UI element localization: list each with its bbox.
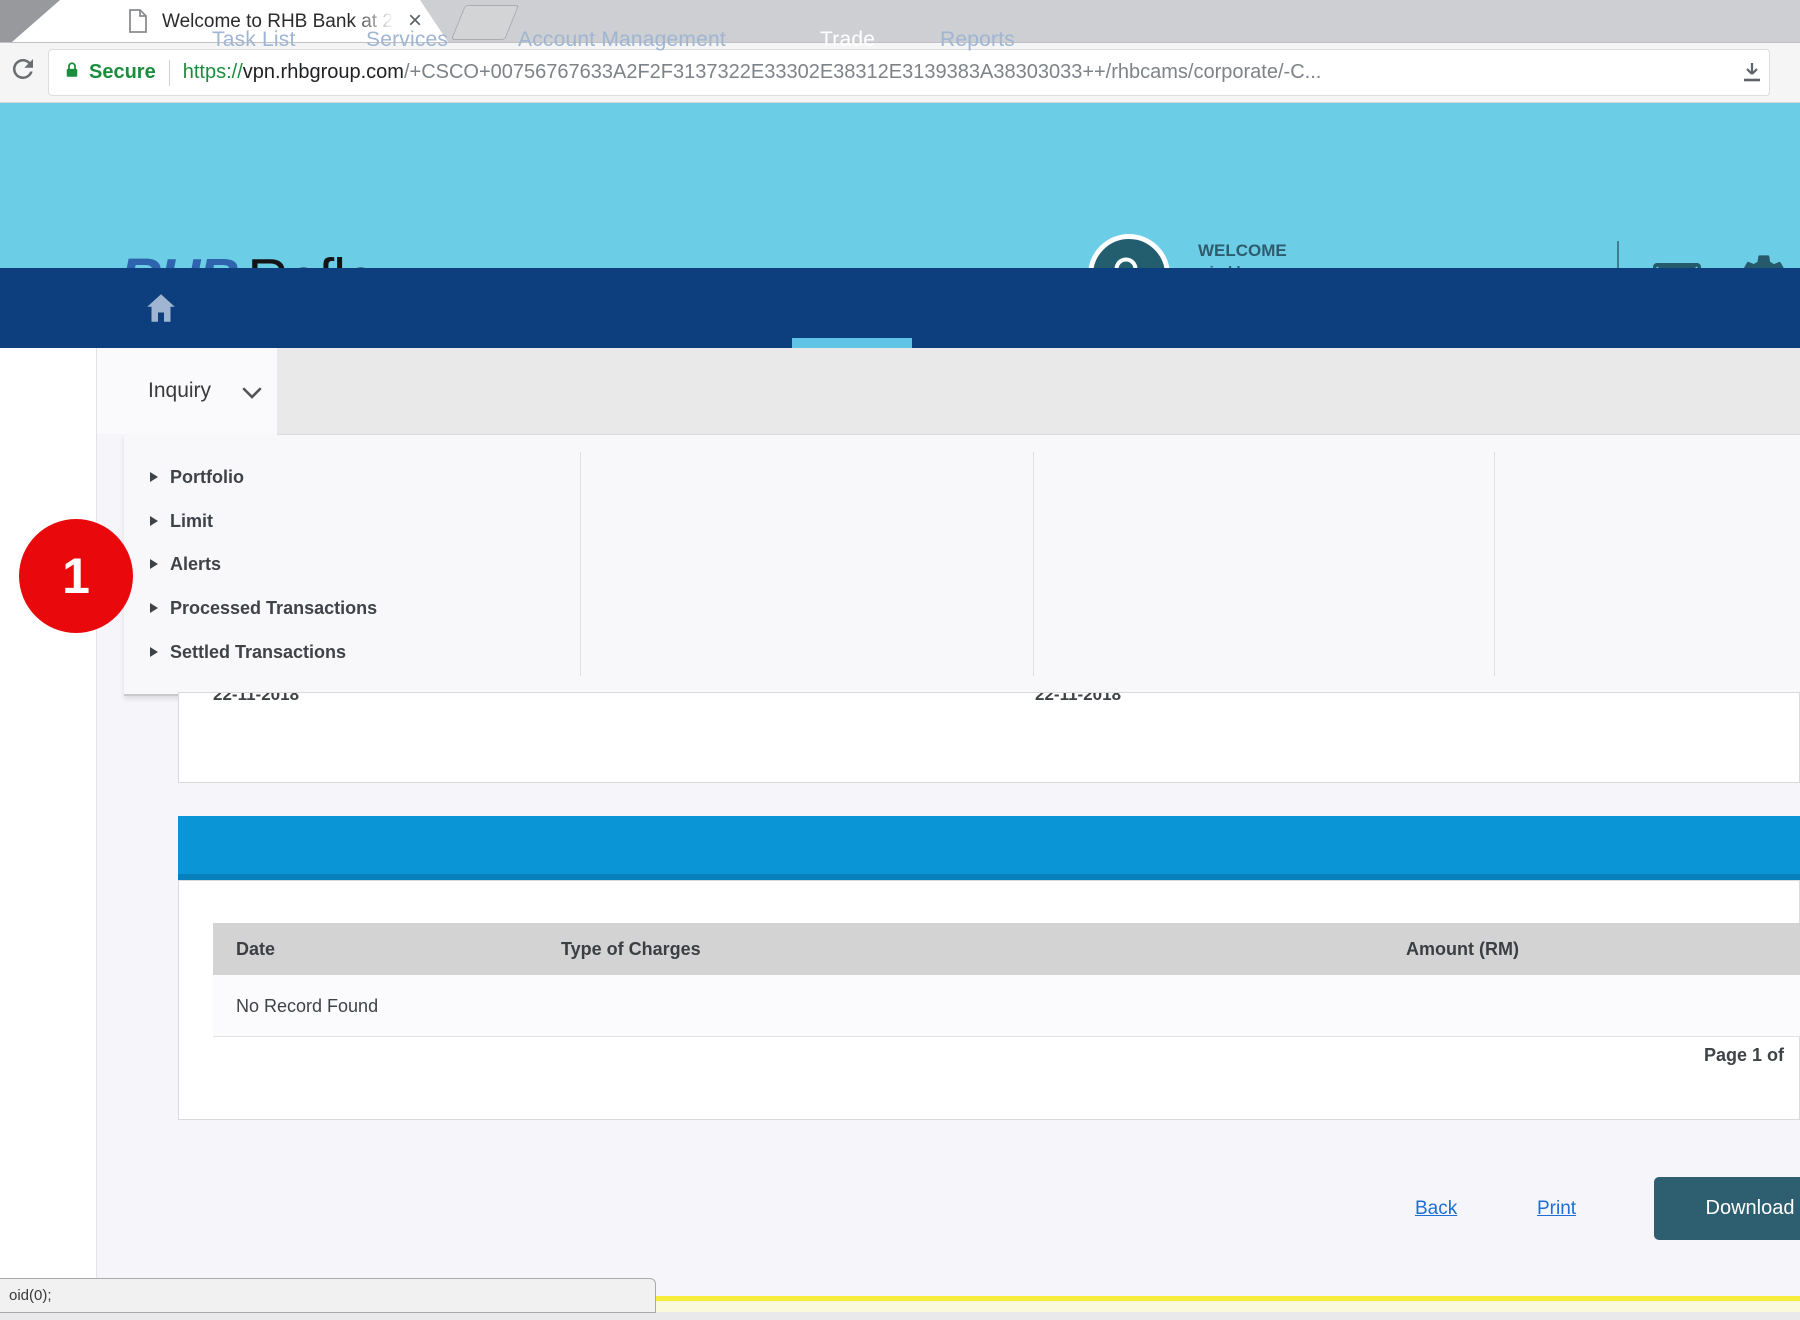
download-button[interactable]: Download: [1654, 1177, 1800, 1240]
triangle-right-icon: [150, 472, 158, 482]
submenu-bar: [277, 348, 1800, 434]
criteria-box: 22-11-2018 22-11-2018: [178, 692, 1800, 783]
nav-item-account-management[interactable]: Account Management: [518, 0, 726, 80]
triangle-right-icon: [150, 516, 158, 526]
menu-item-portfolio[interactable]: Portfolio: [150, 466, 244, 488]
lock-icon: [63, 58, 81, 88]
nav-item-reports[interactable]: Reports: [940, 0, 1015, 80]
chevron-down-icon: [242, 386, 262, 404]
column-header-date: Date: [236, 923, 275, 975]
left-margin-column: [0, 348, 97, 1312]
menu-item-label: Settled Transactions: [170, 642, 346, 663]
menu-item-label: Alerts: [170, 554, 221, 575]
nav-item-task-list[interactable]: Task List: [212, 0, 296, 80]
new-tab-button[interactable]: [451, 5, 519, 40]
browser-window: Welcome to RHB Bank at 23 No × Secure ht…: [0, 0, 1800, 1320]
status-bar: oid(0);: [0, 1278, 656, 1313]
secure-label: Secure: [89, 61, 156, 84]
dropdown-column-divider: [1494, 452, 1495, 676]
menu-item-settled-transactions[interactable]: Settled Transactions: [150, 641, 346, 663]
yellow-border-glow: [656, 1301, 1800, 1312]
back-link[interactable]: Back: [1415, 1198, 1457, 1220]
home-icon[interactable]: [146, 294, 176, 327]
section-header-bar: [178, 816, 1800, 880]
nav-item-services[interactable]: Services: [366, 0, 448, 80]
dropdown-top-border: [277, 434, 1800, 435]
menu-item-label: Limit: [170, 511, 213, 532]
window-bottom-edge: [0, 1312, 1800, 1320]
menu-item-label: Portfolio: [170, 467, 244, 488]
menu-item-limit[interactable]: Limit: [150, 510, 213, 532]
column-header-amount: Amount (RM): [1406, 923, 1519, 975]
page-document-icon: [128, 9, 147, 38]
print-link[interactable]: Print: [1537, 1198, 1576, 1220]
menu-item-processed-transactions[interactable]: Processed Transactions: [150, 597, 377, 619]
results-panel: Date Type of Charges Amount (RM) No Reco…: [178, 880, 1800, 1120]
menu-item-alerts[interactable]: Alerts: [150, 553, 221, 575]
main-nav: [0, 268, 1800, 348]
app-header: RHBReflex Inquirer WELCOME wirekl CORPOR…: [0, 103, 1800, 268]
date-value: 22-11-2018: [1035, 692, 1121, 705]
annotation-step-badge: 1: [19, 519, 133, 633]
active-tab-underline: [792, 338, 912, 348]
inquiry-dropdown-panel: Portfolio Limit Alerts Processed Transac…: [124, 434, 1800, 696]
empty-message: No Record Found: [236, 975, 378, 1037]
menu-item-label: Processed Transactions: [170, 598, 377, 619]
date-value: 22-11-2018: [213, 692, 299, 705]
pagination-label: Page 1 of: [1704, 1041, 1800, 1069]
download-page-icon[interactable]: [1740, 60, 1764, 89]
inquiry-tab-label: Inquiry: [148, 348, 211, 434]
inquiry-tab[interactable]: Inquiry: [97, 348, 277, 434]
triangle-right-icon: [150, 603, 158, 613]
table-header-row: Date Type of Charges Amount (RM): [213, 923, 1800, 975]
table-row: No Record Found: [213, 975, 1800, 1037]
triangle-right-icon: [150, 559, 158, 569]
reload-icon[interactable]: [8, 54, 40, 86]
dropdown-column-divider: [1033, 452, 1034, 676]
column-header-type-of-charges: Type of Charges: [561, 923, 701, 975]
welcome-label: WELCOME: [1198, 241, 1502, 261]
dropdown-column-divider: [580, 452, 581, 676]
url-bar[interactable]: Secure https://vpn.rhbgroup.com/+CSCO+00…: [48, 49, 1770, 96]
triangle-right-icon: [150, 647, 158, 657]
nav-item-trade[interactable]: Trade: [820, 0, 875, 80]
url-divider: [169, 60, 170, 86]
